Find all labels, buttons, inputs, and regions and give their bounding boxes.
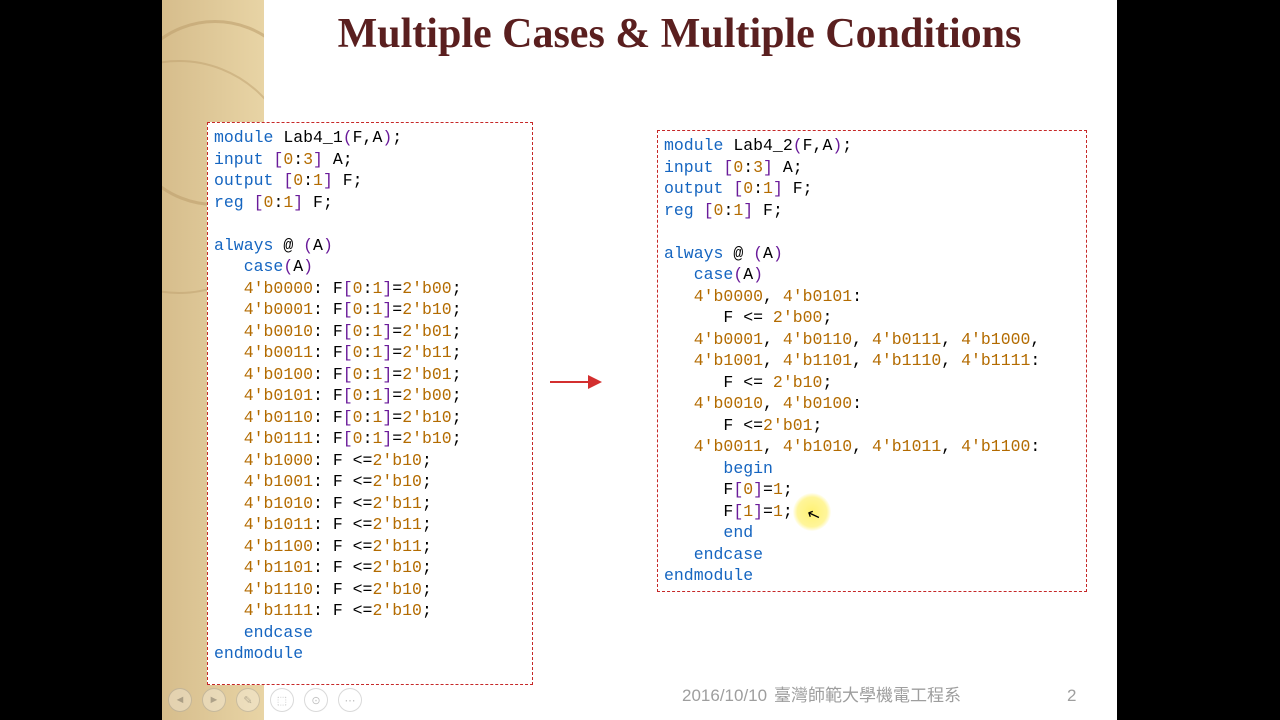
slide: Multiple Cases & Multiple Conditions mod…: [162, 0, 1117, 720]
nav-zoom-icon[interactable]: ⊙: [304, 688, 328, 712]
code-left: module Lab4_1(F,A); input [0:3] A; outpu…: [207, 122, 533, 685]
nav-screen-icon[interactable]: ⬚: [270, 688, 294, 712]
footer-page: 2: [1067, 686, 1076, 706]
code-right: module Lab4_2(F,A); input [0:3] A; outpu…: [657, 130, 1087, 592]
arrow-icon: [550, 372, 610, 392]
footer-university: 臺灣師範大學機電工程系: [774, 681, 961, 706]
nav-more-icon[interactable]: ⋯: [338, 688, 362, 712]
footer-date: 2016/10/10: [682, 686, 767, 706]
slide-title: Multiple Cases & Multiple Conditions: [252, 10, 1107, 58]
